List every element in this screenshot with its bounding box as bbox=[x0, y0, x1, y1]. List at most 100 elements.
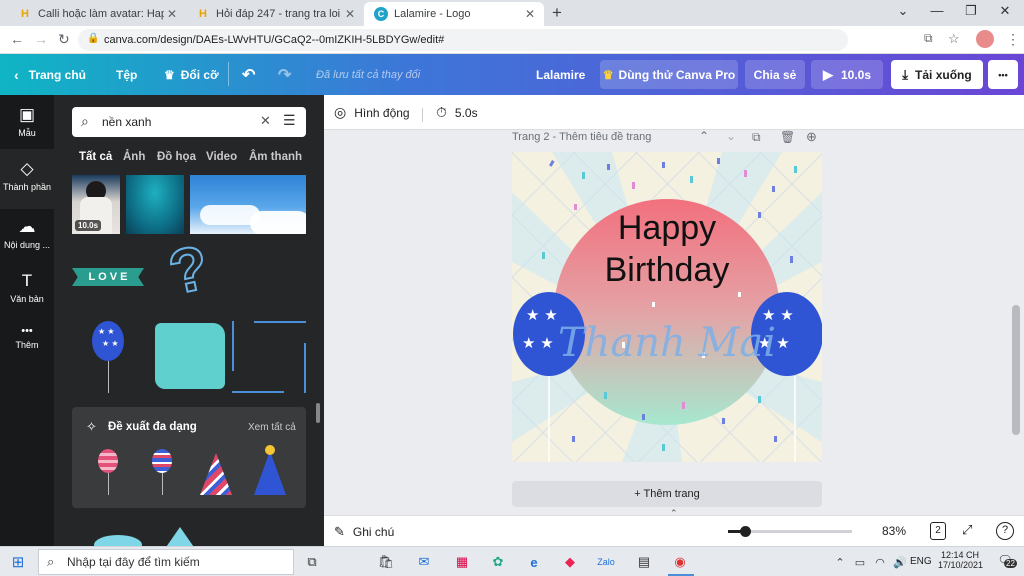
help-icon[interactable]: ? bbox=[996, 522, 1014, 540]
love-ribbon-graphic[interactable]: L O V E bbox=[72, 268, 144, 286]
partial-graphic[interactable] bbox=[162, 527, 198, 546]
name-script-text[interactable]: Thanh Mai bbox=[512, 320, 822, 366]
close-window-icon[interactable]: ✕ bbox=[990, 3, 1020, 19]
store-icon[interactable]: 🛍 bbox=[376, 552, 396, 572]
canvas-scrollbar[interactable] bbox=[1012, 305, 1020, 435]
browser-tab-2[interactable]: H Hỏi đáp 247 - trang tra loi ✕ bbox=[186, 2, 364, 26]
page-title-label[interactable]: Trang 2 - Thêm tiêu đề trang bbox=[512, 131, 651, 143]
video-thumbnail[interactable]: 10.0s bbox=[72, 175, 120, 234]
close-tab-icon[interactable]: ✕ bbox=[342, 7, 358, 21]
filter-sliders-icon[interactable]: ☰ bbox=[283, 112, 296, 129]
rail-item-elements[interactable]: ◇ Thành phần bbox=[0, 149, 54, 209]
zalo-icon[interactable]: Zalo bbox=[596, 552, 616, 572]
sky-clouds-thumbnail[interactable] bbox=[190, 175, 306, 234]
chevron-down-icon[interactable]: ⌄ bbox=[726, 129, 736, 143]
browser-menu-icon[interactable]: ⋮ bbox=[1006, 31, 1020, 48]
resize-button[interactable]: ♛ Đổi cỡ bbox=[164, 54, 219, 95]
tab-audio[interactable]: Âm thanh bbox=[249, 151, 302, 163]
close-tab-icon[interactable]: ✕ bbox=[164, 7, 180, 21]
happy-text[interactable]: Happy bbox=[512, 210, 822, 246]
page-count-button[interactable]: 2 bbox=[930, 522, 946, 540]
taskbar-search[interactable]: ⌕ Nhập tại đây để tìm kiếm bbox=[38, 549, 294, 575]
clock[interactable]: 12:14 CH 17/10/2021 bbox=[938, 550, 983, 570]
url-field[interactable]: 🔒 canva.com/design/DAEs-LWvHTU/GCaQ2--0m… bbox=[78, 29, 848, 51]
star-balloon-graphic[interactable]: ★ ★ ★ ★ bbox=[92, 321, 124, 361]
browser-tab-3-active[interactable]: C Lalamire - Logo ✕ bbox=[364, 2, 544, 26]
chevron-up-icon[interactable]: ⌃ bbox=[699, 129, 709, 143]
mail-icon[interactable]: ✉ bbox=[414, 552, 434, 572]
question-mark-graphic[interactable]: ? bbox=[162, 232, 215, 309]
download-button[interactable]: ⤓ Tải xuống bbox=[891, 60, 983, 89]
app-icon[interactable]: ◆ bbox=[560, 552, 580, 572]
close-tab-icon[interactable]: ✕ bbox=[522, 7, 538, 21]
zoom-percent[interactable]: 83% bbox=[882, 524, 906, 538]
undo-icon[interactable]: ↶ bbox=[242, 54, 255, 95]
tab-video[interactable]: Video bbox=[206, 151, 237, 163]
search-icon: ⌕ bbox=[81, 113, 89, 129]
profile-avatar[interactable] bbox=[976, 30, 994, 48]
back-arrow-icon[interactable]: ← bbox=[10, 31, 24, 47]
tray-chevron-up-icon[interactable]: ⌃ bbox=[830, 552, 850, 572]
file-menu-button[interactable]: Tệp bbox=[116, 54, 137, 95]
reload-icon[interactable]: ↻ bbox=[58, 31, 70, 48]
blue-frame-graphic[interactable] bbox=[232, 321, 306, 393]
striped-balloon-graphic[interactable] bbox=[152, 449, 172, 473]
design-page[interactable]: ★ ★ ★ ★ ★ ★ ★ ★ Happy Birthday Thanh Mai bbox=[512, 152, 822, 462]
language-indicator[interactable]: ENG bbox=[910, 556, 932, 567]
zoom-slider-handle[interactable] bbox=[740, 526, 751, 537]
new-tab-button[interactable]: + bbox=[552, 3, 562, 23]
party-hat-graphic[interactable] bbox=[200, 453, 232, 495]
rail-item-uploads[interactable]: ☁ Nội dung ... bbox=[0, 207, 54, 267]
paint-icon[interactable]: ✿ bbox=[488, 552, 508, 572]
wifi-icon[interactable]: ◠ bbox=[870, 552, 890, 572]
trash-icon[interactable]: 🗑 bbox=[780, 130, 795, 144]
tab-search-chevron-icon[interactable]: ⌄ bbox=[888, 3, 918, 19]
notes-button[interactable]: ✎ Ghi chú bbox=[334, 524, 394, 540]
search-input[interactable] bbox=[102, 113, 252, 131]
fullscreen-icon[interactable]: ⤢ bbox=[962, 522, 972, 538]
clear-search-icon[interactable]: ✕ bbox=[260, 113, 271, 129]
windows-start-icon[interactable]: ⊞ bbox=[8, 552, 28, 572]
zoom-slider[interactable] bbox=[728, 526, 852, 537]
panel-scrollbar[interactable] bbox=[316, 403, 320, 423]
more-options-button[interactable]: ••• bbox=[988, 60, 1018, 89]
home-button[interactable]: ‹ Trang chủ bbox=[14, 54, 86, 95]
partial-graphic[interactable] bbox=[94, 535, 142, 546]
add-page-button[interactable]: + Thêm trang bbox=[512, 481, 822, 507]
minimize-window-icon[interactable]: — bbox=[922, 3, 952, 18]
rail-item-text[interactable]: T Văn bản bbox=[0, 261, 54, 321]
share-page-icon[interactable]: ⧉ bbox=[924, 31, 933, 46]
tab-graphics[interactable]: Đồ họa bbox=[157, 151, 196, 163]
network-icon[interactable]: ▭ bbox=[850, 552, 870, 572]
star-party-hat-graphic[interactable] bbox=[254, 451, 286, 495]
see-all-link[interactable]: Xem tất cả bbox=[248, 422, 296, 433]
bookmark-star-icon[interactable]: ☆ bbox=[948, 31, 960, 47]
try-pro-button[interactable]: ♛ Dùng thử Canva Pro bbox=[600, 60, 738, 89]
notification-center-icon[interactable]: 🗨 22 bbox=[994, 553, 1017, 571]
task-view-icon[interactable]: ⧉ bbox=[302, 552, 322, 572]
share-button[interactable]: Chia sẻ bbox=[745, 60, 805, 89]
add-page-icon[interactable]: ⊕ bbox=[806, 129, 817, 145]
timing-button[interactable]: ⏱ 5.0s bbox=[436, 104, 478, 121]
pink-balloon-graphic[interactable] bbox=[98, 449, 118, 473]
maximize-window-icon[interactable]: ❐ bbox=[956, 3, 986, 19]
forward-arrow-icon[interactable]: → bbox=[34, 31, 48, 47]
animate-button[interactable]: ◎ Hình động bbox=[334, 104, 410, 121]
play-button[interactable]: ▶ 10.0s bbox=[811, 60, 883, 89]
chrome-icon[interactable]: ◉ bbox=[670, 552, 690, 572]
volume-icon[interactable]: 🔊 bbox=[890, 552, 910, 572]
redo-icon[interactable]: ↷ bbox=[278, 54, 291, 95]
rail-item-more[interactable]: ••• Thêm bbox=[0, 315, 54, 375]
teal-paper-graphic[interactable] bbox=[155, 323, 225, 389]
edge-browser-icon[interactable]: e bbox=[524, 552, 544, 572]
design-title[interactable]: Lalamire bbox=[536, 54, 585, 95]
tab-all[interactable]: Tất cả bbox=[79, 151, 112, 163]
rail-item-templates[interactable]: ▣ Mẫu bbox=[0, 95, 54, 155]
browser-tab-1[interactable]: H Calli hoặc làm avatar: Happy Birth ✕ bbox=[8, 2, 186, 26]
teal-background-thumbnail[interactable] bbox=[126, 175, 184, 234]
app-icon[interactable]: ▦ bbox=[452, 552, 472, 572]
tab-photos[interactable]: Ảnh bbox=[123, 151, 145, 163]
duplicate-page-icon[interactable]: ⧉ bbox=[752, 130, 761, 145]
birthday-text[interactable]: Birthday bbox=[512, 252, 822, 288]
calculator-icon[interactable]: ▤ bbox=[634, 552, 654, 572]
